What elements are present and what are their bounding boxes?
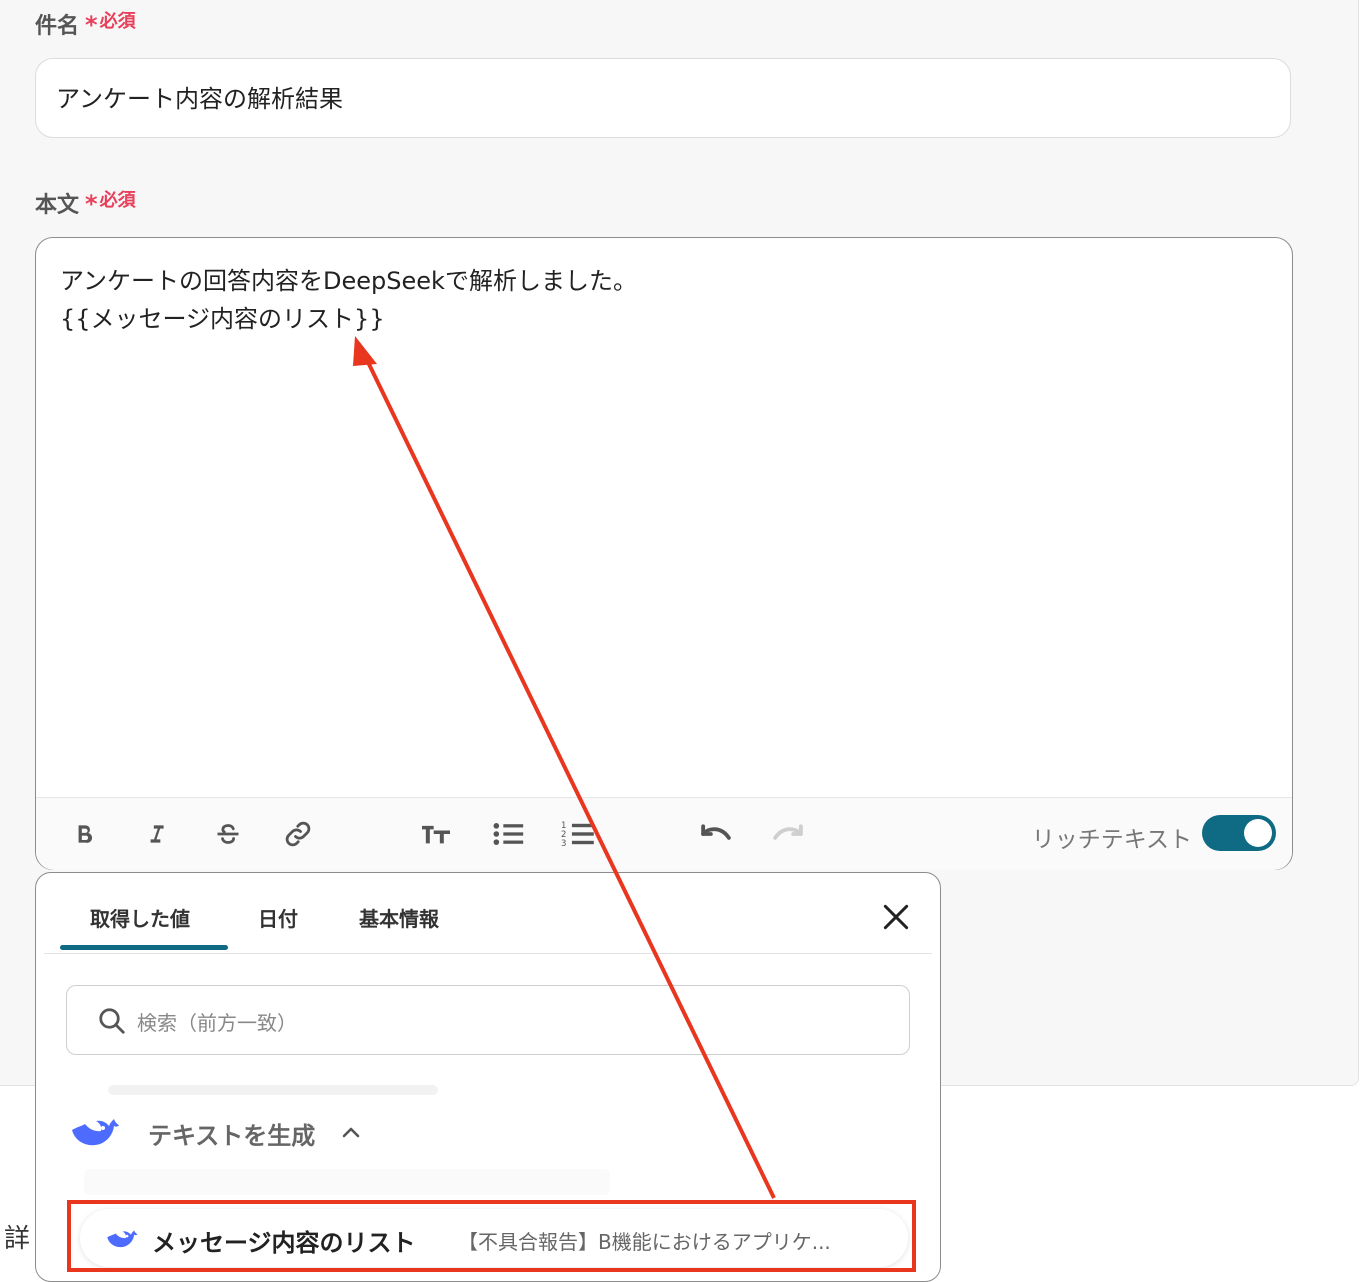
group-header-generate-text[interactable]: テキストを生成 <box>70 1111 361 1155</box>
subject-input-value: アンケート内容の解析結果 <box>56 85 344 113</box>
body-editor[interactable]: アンケートの回答内容をDeepSeekで解析しました。 {{メッセージ内容のリス… <box>35 237 1293 870</box>
editor-toolbar: 123 リッチテキスト <box>36 797 1292 870</box>
search-placeholder: 検索（前方一致） <box>137 1011 297 1035</box>
active-tab-indicator <box>60 945 228 950</box>
deepseek-whale-icon <box>70 1112 120 1154</box>
tab-divider <box>44 953 932 954</box>
required-badge: 必須 <box>99 11 136 32</box>
search-input[interactable]: 検索（前方一致） <box>66 985 910 1055</box>
required-star: * <box>85 190 98 218</box>
required-badge: 必須 <box>99 190 136 211</box>
side-label: 詳 <box>4 1224 31 1254</box>
required-star: * <box>85 11 98 39</box>
bold-icon[interactable] <box>66 816 102 852</box>
tab-basic-info[interactable]: 基本情報 <box>359 903 439 932</box>
strikethrough-icon[interactable] <box>210 816 246 852</box>
text-size-icon[interactable] <box>418 816 454 852</box>
body-label: 本文 * 必須 <box>35 187 136 219</box>
rich-text-toggle[interactable] <box>1202 815 1276 851</box>
close-icon[interactable] <box>880 901 912 933</box>
numbered-list-icon[interactable]: 123 <box>560 816 596 852</box>
chevron-up-icon[interactable] <box>341 1124 361 1143</box>
toggle-knob <box>1244 819 1272 847</box>
body-text: アンケートの回答内容をDeepSeekで解析しました。 {{メッセージ内容のリス… <box>60 262 637 338</box>
svg-text:3: 3 <box>561 839 566 849</box>
body-text-line: アンケートの回答内容をDeepSeekで解析しました。 <box>60 267 637 295</box>
subject-label-text: 件名 <box>35 14 80 39</box>
faded-row <box>84 1169 610 1195</box>
search-icon <box>97 1006 127 1040</box>
faded-row <box>108 1085 438 1095</box>
annotation-highlight-box <box>67 1200 916 1272</box>
tab-acquired-values[interactable]: 取得した値 <box>90 903 190 932</box>
subject-input[interactable]: アンケート内容の解析結果 <box>35 58 1291 138</box>
body-variable-line: {{メッセージ内容のリスト}} <box>60 305 385 333</box>
tab-date[interactable]: 日付 <box>258 903 298 932</box>
bullet-list-icon[interactable] <box>490 816 526 852</box>
group-label: テキストを生成 <box>148 1121 316 1150</box>
italic-icon[interactable] <box>138 816 174 852</box>
undo-icon[interactable] <box>698 816 734 852</box>
redo-icon[interactable] <box>770 816 806 852</box>
link-icon[interactable] <box>280 816 316 852</box>
subject-label: 件名 * 必須 <box>35 8 136 40</box>
body-label-text: 本文 <box>35 193 80 218</box>
rich-text-label: リッチテキスト <box>1031 827 1192 853</box>
